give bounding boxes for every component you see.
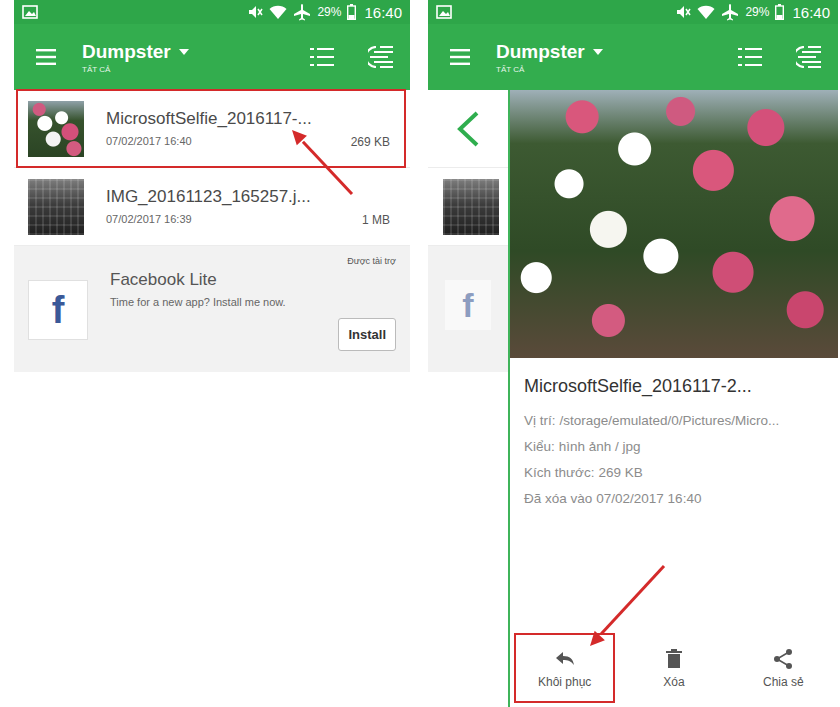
sponsored-ad[interactable]: f <box>428 246 508 372</box>
status-bar: 29% 16:40 <box>428 0 838 24</box>
file-thumbnail <box>28 179 84 235</box>
field-value: /storage/emulated/0/Pictures/Micro... <box>560 413 780 428</box>
highlight-box <box>733 633 834 703</box>
deleted-file-row[interactable] <box>428 168 508 246</box>
sort-icon[interactable] <box>796 46 822 68</box>
info-field: Đã xóa vào 07/02/2017 16:40 <box>524 485 834 511</box>
field-label: Đã xóa vào <box>524 491 592 506</box>
menu-icon[interactable] <box>36 49 56 65</box>
install-button[interactable]: Install <box>338 318 396 351</box>
app-bar: Dumpster TẤT CẢ <box>14 24 410 90</box>
clock: 16:40 <box>364 4 402 21</box>
file-detail-panel: MicrosoftSelfie_2016117-2... Vị trí: /stor… <box>508 90 838 707</box>
battery-level: 29% <box>745 5 769 19</box>
action-label: Chia sẻ <box>763 675 804 689</box>
field-label: Kích thước: <box>524 465 594 480</box>
mute-icon <box>247 4 263 20</box>
dropdown-arrow-icon[interactable] <box>179 49 189 55</box>
highlight-box <box>623 633 724 703</box>
multi-select-icon[interactable] <box>310 46 334 68</box>
filter-subtitle: TẤT CẢ <box>496 65 603 74</box>
photo-preview <box>510 90 838 358</box>
detail-screen: 29% 16:40 Dumpster TẤT CẢ f MicrosoftSelfie_2… <box>428 0 838 707</box>
collapsed-list: f <box>428 90 508 707</box>
deleted-file-row[interactable]: MicrosoftSelfie_2016117-... 07/02/2017 16… <box>14 90 410 168</box>
file-name: MicrosoftSelfie_2016117-... <box>106 109 396 129</box>
facebook-logo-icon: f <box>445 280 491 330</box>
field-label: Kiểu: <box>524 439 555 454</box>
deleted-date: 07/02/2017 16:40 <box>106 135 192 149</box>
ad-text: Time for a new app? Install me now. <box>110 296 396 308</box>
field-value: 269 KB <box>598 465 642 480</box>
annotation-arrow-icon <box>0 0 840 707</box>
restore-button[interactable]: Khôi phục <box>510 637 619 699</box>
action-bar: Khôi phục Xóa Chia sẻ <box>510 635 838 701</box>
file-size: 269 KB <box>351 135 390 149</box>
menu-icon[interactable] <box>450 49 470 65</box>
sponsored-ad[interactable]: f Được tài trợ Facebook Lite Time for a new… <box>14 246 410 372</box>
app-title: Dumpster <box>496 41 585 63</box>
deleted-files-list: MicrosoftSelfie_2016117-... 07/02/2017 16… <box>14 90 410 372</box>
logo-letter: f <box>52 289 65 332</box>
info-field: Kiểu: hình ảnh / jpg <box>524 433 834 459</box>
file-name: IMG_20161123_165257.j... <box>106 187 396 207</box>
status-bar: 29% 16:40 <box>14 0 410 24</box>
file-name: MicrosoftSelfie_2016117-2... <box>524 376 834 397</box>
ad-title: Facebook Lite <box>110 270 396 290</box>
field-value: hình ảnh / jpg <box>559 439 641 454</box>
battery-icon <box>775 4 784 20</box>
facebook-logo-icon: f <box>28 280 88 340</box>
multi-select-icon[interactable] <box>738 46 762 68</box>
notification-image-icon <box>436 5 452 19</box>
field-value: 07/02/2017 16:40 <box>596 491 701 506</box>
sponsored-label: Được tài trợ <box>347 256 396 266</box>
field-label: Vị trí: <box>524 413 556 428</box>
highlight-box <box>16 89 406 168</box>
highlight-box <box>16 167 406 246</box>
filter-dropdown[interactable]: Dumpster TẤT CẢ <box>496 41 603 74</box>
info-field: Kích thước: 269 KB <box>524 459 834 485</box>
delete-button[interactable]: Xóa <box>619 637 728 699</box>
airplane-mode-icon <box>293 3 311 21</box>
filter-dropdown[interactable]: Dumpster TẤT CẢ <box>82 41 189 74</box>
mute-icon <box>675 4 691 20</box>
back-button[interactable] <box>428 90 508 168</box>
battery-icon <box>347 4 356 20</box>
action-label: Xóa <box>663 675 684 689</box>
share-button[interactable]: Chia sẻ <box>729 637 838 699</box>
app-bar: Dumpster TẤT CẢ <box>428 24 838 90</box>
action-label: Khôi phục <box>538 675 591 689</box>
highlight-box <box>514 633 615 703</box>
file-info: MicrosoftSelfie_2016117-2... Vị trí: /stor… <box>510 358 838 511</box>
battery-level: 29% <box>317 5 341 19</box>
filter-subtitle: TẤT CẢ <box>82 65 189 74</box>
wifi-icon <box>697 4 715 20</box>
wifi-icon <box>269 4 287 20</box>
back-chevron-icon[interactable] <box>455 110 481 148</box>
notification-image-icon <box>22 5 38 19</box>
clock: 16:40 <box>792 4 830 21</box>
app-title: Dumpster <box>82 41 171 63</box>
file-size: 1 MB <box>362 213 390 227</box>
sort-icon[interactable] <box>368 46 394 68</box>
trash-icon[interactable] <box>663 648 685 670</box>
share-icon[interactable] <box>772 648 794 670</box>
list-screen: 29% 16:40 Dumpster TẤT CẢ MicrosoftSelfie_20… <box>14 0 410 707</box>
deleted-date: 07/02/2017 16:39 <box>106 213 192 227</box>
logo-letter: f <box>462 286 473 325</box>
file-thumbnail <box>28 101 84 157</box>
airplane-mode-icon <box>721 3 739 21</box>
file-thumbnail <box>443 179 499 235</box>
dropdown-arrow-icon[interactable] <box>593 49 603 55</box>
deleted-file-row[interactable]: IMG_20161123_165257.j... 07/02/2017 16:39… <box>14 168 410 246</box>
restore-icon[interactable] <box>554 648 576 670</box>
info-field: Vị trí: /storage/emulated/0/Pictures/Micr… <box>524 407 834 433</box>
